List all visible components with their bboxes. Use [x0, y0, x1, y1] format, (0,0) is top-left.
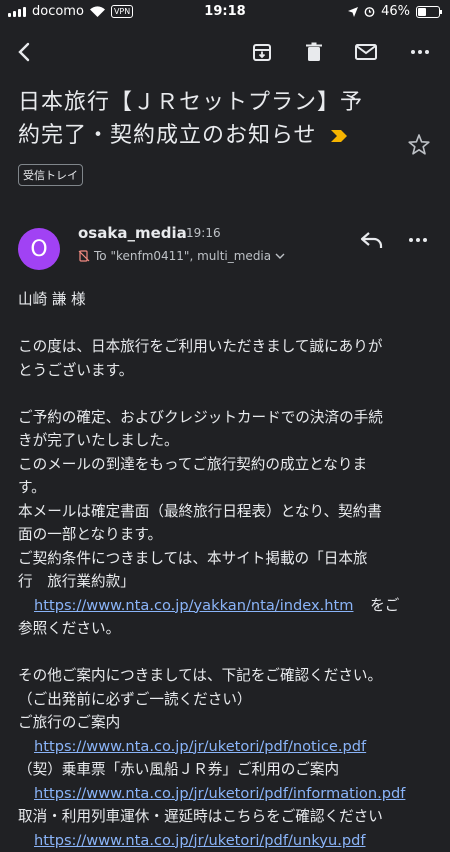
email-subject: 日本旅行【ＪＲセットプラン】予 約完了・契約成立のお知らせ — [18, 86, 388, 152]
battery-icon — [416, 5, 442, 18]
battery-fill — [418, 7, 427, 16]
body-text: ご予約の確定、およびクレジットカードでの決済の手続 — [18, 408, 383, 426]
subject-line-2: 約完了・契約成立のお知らせ — [18, 123, 317, 148]
reply-icon[interactable] — [358, 226, 386, 254]
message-more-icon[interactable] — [404, 226, 432, 254]
back-arrow-icon — [18, 42, 30, 62]
body-text: 参照ください。 — [18, 620, 121, 637]
body-text: ご契約条件につきましては、本サイト掲載の「日本旅 — [18, 549, 368, 567]
body-text: す。 — [18, 479, 46, 496]
body-text: （ご出発前に必ずご一読ください） — [18, 690, 252, 708]
subject-line-1: 日本旅行【ＪＲセットプラン】予 — [18, 90, 364, 115]
sender-name[interactable]: osaka_media — [78, 224, 187, 242]
chevron-down-icon — [275, 253, 285, 259]
more-options-button[interactable] — [404, 36, 436, 68]
mark-unread-button[interactable] — [350, 36, 382, 68]
back-button[interactable] — [8, 36, 40, 68]
body-text: 取消・利用列車運休・遅延時はこちらをご確認ください — [18, 808, 383, 825]
star-icon[interactable] — [406, 132, 432, 158]
sent-time: 19:16 — [186, 226, 221, 240]
location-icon — [348, 6, 359, 17]
archive-icon — [253, 44, 271, 61]
body-text: ご旅行のご案内 — [18, 714, 121, 731]
body-text: 行 旅行業約款」 — [18, 573, 135, 590]
sender-avatar[interactable]: O — [18, 228, 60, 270]
more-horiz-icon — [411, 50, 429, 54]
body-text: 面の一部となります。 — [18, 526, 163, 543]
recipients-text: To "kenfm0411", multi_media — [94, 249, 272, 263]
recipients-toggle[interactable]: To "kenfm0411", multi_media — [78, 249, 285, 263]
email-toolbar — [0, 34, 450, 70]
body-text: このメールの到達をもってご旅行契約の成立となりま — [18, 455, 368, 473]
email-body: 山崎 謙 様 この度は、日本旅行をご利用いただきまして誠にありが とうございます… — [18, 288, 448, 852]
inbox-label-chip[interactable]: 受信トレイ — [18, 164, 83, 186]
body-text: この度は、日本旅行をご利用いただきまして誠にありが — [18, 338, 383, 355]
trash-icon — [306, 42, 322, 61]
body-text: 本メールは確定書面（最終旅行日程表）となり、契約書 — [18, 502, 382, 520]
body-text: その他ご案内につきましては、下記をご確認ください。 — [18, 667, 383, 684]
greeting: 山崎 謙 様 — [18, 291, 86, 308]
battery-percent: 46% — [381, 4, 410, 19]
mail-icon — [355, 44, 377, 60]
unkyu-link[interactable]: https://www.nta.co.jp/jr/uketori/pdf/unk… — [34, 832, 366, 849]
body-text: とうございます。 — [18, 361, 134, 379]
archive-button[interactable] — [246, 36, 278, 68]
alarm-icon — [364, 7, 375, 17]
importance-marker-icon[interactable] — [329, 129, 349, 143]
body-text: （契）乗車票「赤い風船ＪＲ券」ご利用のご案内 — [18, 761, 340, 778]
notice-link[interactable]: https://www.nta.co.jp/jr/uketori/pdf/not… — [34, 738, 366, 755]
body-text: きが完了いたしました。 — [18, 432, 179, 449]
no-attachment-icon — [78, 250, 90, 262]
status-bar: docomo VPN 19:18 46% — [0, 0, 450, 24]
delete-button[interactable] — [298, 36, 330, 68]
information-link[interactable]: https://www.nta.co.jp/jr/uketori/pdf/inf… — [34, 785, 405, 802]
body-link-line: https://www.nta.co.jp/yakkan/nta/index.h… — [18, 594, 448, 618]
terms-link[interactable]: https://www.nta.co.jp/yakkan/nta/index.h… — [34, 597, 353, 614]
body-text: をご — [370, 596, 400, 614]
